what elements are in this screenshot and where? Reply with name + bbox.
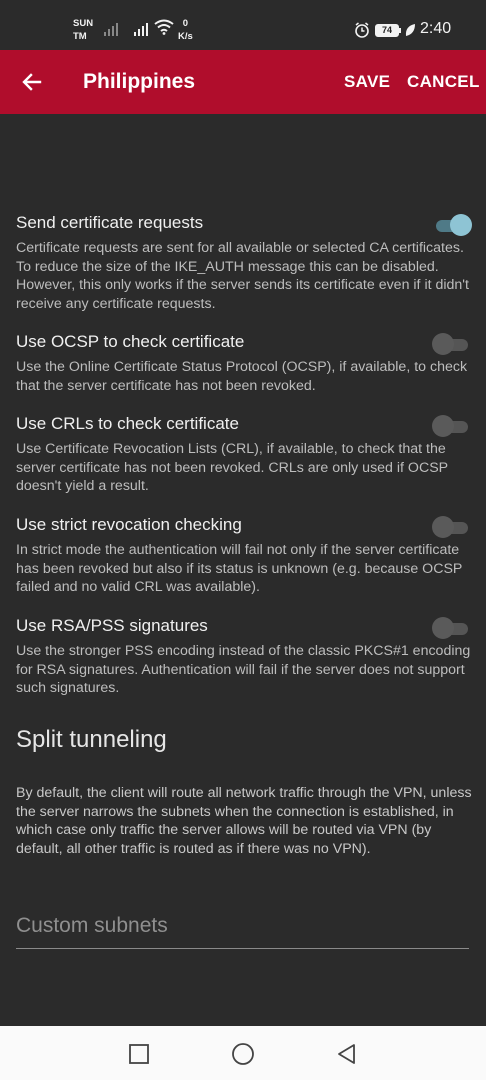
pref-title: Use RSA/PSS signatures — [16, 616, 208, 635]
pref-summary: Certificate requests are sent for all av… — [16, 240, 469, 312]
battery-icon: 74 — [375, 24, 399, 37]
section-header-split-tunneling: Split tunneling — [16, 726, 167, 753]
pref-title: Send certificate requests — [16, 213, 204, 232]
pref-title: Use OCSP to check certificate — [16, 332, 245, 351]
pref-summary: In strict mode the authentication will f… — [16, 542, 463, 595]
carrier-label: SUN TM — [73, 18, 94, 42]
save-button[interactable]: SAVE — [344, 72, 390, 92]
custom-subnets-field[interactable] — [16, 914, 469, 949]
battery-tip — [399, 28, 401, 33]
circle-icon[interactable] — [231, 1042, 255, 1066]
custom-subnets-input[interactable] — [16, 914, 469, 938]
page-title: Philippines — [83, 70, 196, 93]
triangle-back-icon[interactable] — [335, 1042, 359, 1066]
toggle-switch[interactable] — [432, 617, 472, 639]
pref-strict-revocation[interactable]: Use strict revocation checking In strict… — [16, 514, 472, 597]
pref-title: Use strict revocation checking — [16, 515, 242, 534]
toggle-switch[interactable] — [432, 415, 472, 437]
alarm-icon — [355, 22, 369, 38]
cancel-button[interactable]: CANCEL — [407, 72, 480, 92]
signal-strength-icon-2 — [134, 22, 150, 36]
pref-summary: Use the Online Certificate Status Protoc… — [16, 359, 468, 394]
clock: 2:40 — [420, 20, 452, 37]
pref-send-certificate-requests[interactable]: Send certificate requests Certificate re… — [16, 212, 472, 313]
pref-title: Use CRLs to check certificate — [16, 414, 239, 433]
settings-list: Send certificate requests Certificate re… — [0, 114, 486, 1026]
navigation-bar — [0, 1026, 486, 1080]
toggle-switch[interactable] — [432, 333, 472, 355]
square-icon[interactable] — [127, 1042, 151, 1066]
split-tunneling-description: By default, the client will route all ne… — [16, 785, 472, 857]
network-speed: 0 K/s — [178, 18, 193, 42]
toggle-switch[interactable] — [432, 516, 472, 538]
pref-use-crls[interactable]: Use CRLs to check certificate Use Certif… — [16, 413, 472, 496]
leaf-icon — [405, 24, 415, 36]
arrow-left-icon[interactable] — [20, 70, 44, 94]
toolbar: Philippines SAVE CANCEL — [0, 50, 486, 114]
pref-use-ocsp[interactable]: Use OCSP to check certificate Use the On… — [16, 331, 472, 395]
signal-strength-icon — [104, 22, 120, 36]
pref-summary: Use Certificate Revocation Lists (CRL), … — [16, 441, 448, 494]
pref-rsa-pss[interactable]: Use RSA/PSS signatures Use the stronger … — [16, 615, 472, 698]
pref-summary: Use the stronger PSS encoding instead of… — [16, 643, 471, 696]
status-bar: SUN TM 0 K/s 74 2:40 — [0, 0, 486, 50]
toggle-switch[interactable] — [432, 214, 472, 236]
wifi-icon — [154, 19, 174, 35]
